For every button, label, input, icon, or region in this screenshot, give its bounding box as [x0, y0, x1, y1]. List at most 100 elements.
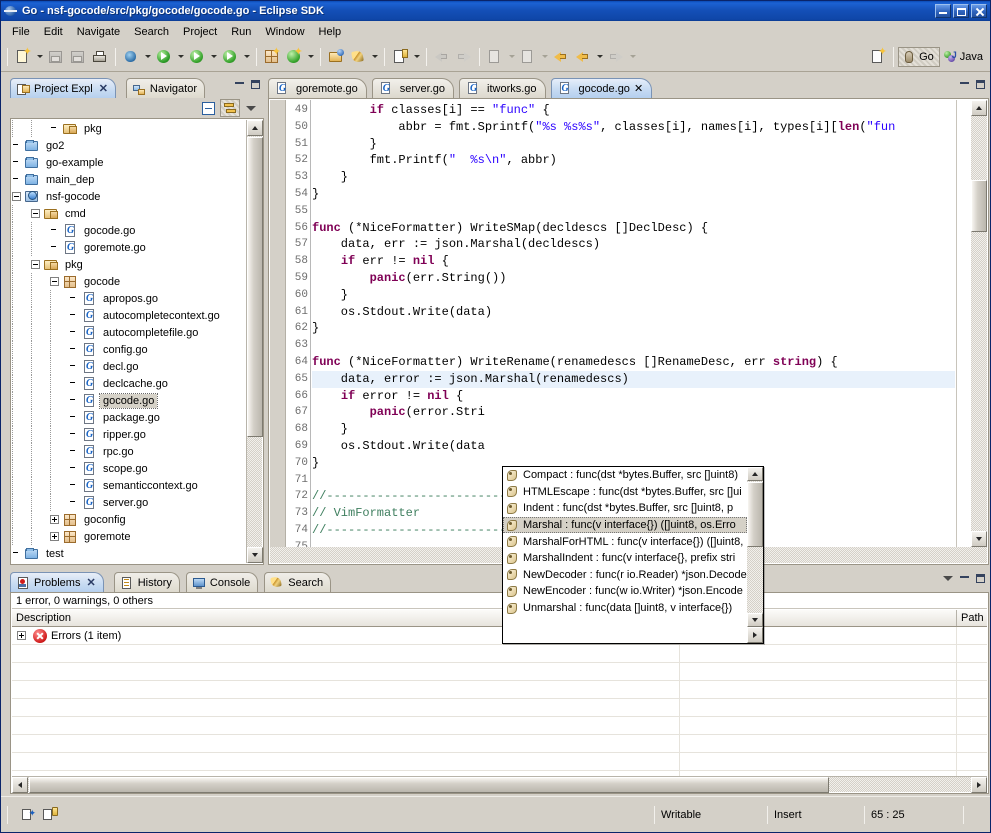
scroll-down-button[interactable]	[247, 547, 263, 563]
code-line[interactable]: }	[312, 287, 955, 304]
external-tools-dropdown[interactable]	[208, 46, 219, 68]
back-dropdown[interactable]	[594, 46, 605, 68]
perspective-java[interactable]: J Java	[940, 48, 988, 66]
tree-item[interactable]: semanticcontext.go	[12, 477, 246, 494]
previous-edit-button[interactable]	[484, 46, 506, 68]
content-assist-vertical-scrollbar[interactable]	[747, 467, 763, 643]
debug-dropdown[interactable]	[142, 46, 153, 68]
tree-item[interactable]: gocode.go	[12, 392, 246, 409]
scroll-left-button[interactable]	[12, 777, 28, 793]
tab-goremote-go[interactable]: goremote.go	[268, 78, 367, 98]
tree-item[interactable]: main_dep	[12, 171, 246, 188]
scroll-up-button[interactable]	[247, 120, 263, 136]
tab-console[interactable]: Console	[186, 572, 258, 592]
search-button[interactable]	[347, 46, 369, 68]
next-annotation-button[interactable]	[389, 46, 411, 68]
new-package-button[interactable]: ✦	[261, 46, 283, 68]
back-history-button[interactable]	[550, 46, 572, 68]
tab-gocode-go[interactable]: gocode.go ✕	[551, 78, 653, 98]
new-go-file-dropdown[interactable]	[305, 46, 316, 68]
link-with-editor-button[interactable]	[220, 99, 240, 117]
code-line[interactable]: func (*NiceFormatter) WriteRename(rename…	[312, 354, 955, 371]
scrollbar-thumb[interactable]	[747, 482, 763, 547]
scroll-down-button[interactable]	[971, 531, 987, 547]
save-button[interactable]	[45, 46, 67, 68]
tab-navigator[interactable]: Navigator	[126, 78, 205, 98]
new-wizard-dropdown[interactable]	[34, 46, 45, 68]
tab-search[interactable]: Search	[264, 572, 331, 592]
tree-item[interactable]: declcache.go	[12, 375, 246, 392]
code-line[interactable]: os.Stdout.Write(data)	[312, 304, 955, 321]
problems-horizontal-scrollbar[interactable]	[12, 776, 987, 792]
code-line[interactable]: if err != nil {	[312, 253, 955, 270]
close-icon[interactable]: ✕	[86, 576, 95, 589]
open-type-button[interactable]	[325, 46, 347, 68]
tree-item[interactable]: go2	[12, 137, 246, 154]
scrollbar-thumb[interactable]	[29, 777, 829, 793]
menu-run[interactable]: Run	[224, 23, 258, 41]
menu-help[interactable]: Help	[312, 23, 349, 41]
code-line[interactable]: fmt.Printf(" %s\n", abbr)	[312, 152, 955, 169]
content-assist-list[interactable]: Compact : func(dst *bytes.Buffer, src []…	[503, 467, 747, 643]
content-assist-item[interactable]: MarshalIndent : func(v interface{}, pref…	[503, 550, 747, 567]
tree-item[interactable]: autocompletecontext.go	[12, 307, 246, 324]
run-dropdown[interactable]	[175, 46, 186, 68]
content-assist-item[interactable]: Unmarshal : func(data []uint8, v interfa…	[503, 600, 747, 617]
table-row[interactable]: Errors (1 item)	[12, 627, 987, 645]
next-edit-button[interactable]	[517, 46, 539, 68]
next-annotation-dropdown[interactable]	[411, 46, 422, 68]
maximize-editor-button[interactable]	[974, 78, 987, 91]
forward-button[interactable]	[605, 46, 627, 68]
tab-project-explorer[interactable]: Project Expl ✕	[10, 78, 116, 98]
tree-item[interactable]: cmd	[12, 205, 246, 222]
forward-dropdown[interactable]	[627, 46, 638, 68]
scrollbar-thumb[interactable]	[971, 180, 987, 232]
maximize-view-button[interactable]	[249, 78, 262, 91]
problems-table[interactable]: Errors (1 item)	[12, 627, 987, 776]
code-line[interactable]: if error != nil {	[312, 388, 955, 405]
code-line[interactable]: }	[312, 320, 955, 337]
content-assist-item[interactable]: HTMLEscape : func(dst *bytes.Buffer, src…	[503, 484, 747, 501]
run-last-dropdown[interactable]	[241, 46, 252, 68]
code-line[interactable]: }	[312, 136, 955, 153]
minimize-editor-button[interactable]	[958, 78, 971, 91]
editor-vertical-scrollbar[interactable]	[971, 100, 987, 547]
code-line[interactable]: }	[312, 169, 955, 186]
tree-expand-toggle[interactable]	[50, 277, 59, 286]
tree-item[interactable]: apropos.go	[12, 290, 246, 307]
maximize-button[interactable]	[953, 4, 969, 18]
run-button[interactable]	[153, 46, 175, 68]
tree-expand-toggle[interactable]	[12, 192, 21, 201]
project-tree-vertical-scrollbar[interactable]	[246, 120, 262, 563]
tree-item[interactable]: config.go	[12, 341, 246, 358]
tab-history[interactable]: History	[114, 572, 180, 592]
content-assist-item[interactable]: Indent : func(dst *bytes.Buffer, src []u…	[503, 500, 747, 517]
tree-item[interactable]: decl.go	[12, 358, 246, 375]
next-edit-dropdown[interactable]	[539, 46, 550, 68]
close-button[interactable]	[971, 4, 987, 18]
code-line[interactable]: os.Stdout.Write(data	[312, 438, 955, 455]
tree-item[interactable]: ripper.go	[12, 426, 246, 443]
close-icon[interactable]: ✕	[99, 82, 108, 95]
tree-item[interactable]: autocompletefile.go	[12, 324, 246, 341]
tree-item[interactable]: nsf-gocode	[12, 188, 246, 205]
scroll-right-button[interactable]	[971, 777, 987, 793]
code-line[interactable]: panic(error.Stri	[312, 404, 955, 421]
scroll-up-button[interactable]	[971, 100, 987, 116]
tree-item[interactable]: go-example	[12, 154, 246, 171]
redo-button[interactable]	[453, 46, 475, 68]
tree-item[interactable]: package.go	[12, 409, 246, 426]
search-dropdown[interactable]	[369, 46, 380, 68]
tree-item[interactable]: test	[12, 545, 246, 562]
content-assist-item[interactable]: NewEncoder : func(w io.Writer) *json.Enc…	[503, 583, 747, 600]
content-assist-item[interactable]: Compact : func(dst *bytes.Buffer, src []…	[503, 467, 747, 484]
tree-item[interactable]: goconfig	[12, 511, 246, 528]
scrollbar-thumb[interactable]	[247, 137, 263, 437]
undo-button[interactable]	[431, 46, 453, 68]
content-assist-item[interactable]: Marshal : func(v interface{}) ([]uint8, …	[503, 517, 747, 534]
tree-expand-toggle[interactable]	[50, 515, 59, 524]
minimize-button[interactable]	[935, 4, 951, 18]
code-line[interactable]	[312, 203, 955, 220]
previous-edit-dropdown[interactable]	[506, 46, 517, 68]
scroll-down-button[interactable]	[747, 613, 763, 627]
